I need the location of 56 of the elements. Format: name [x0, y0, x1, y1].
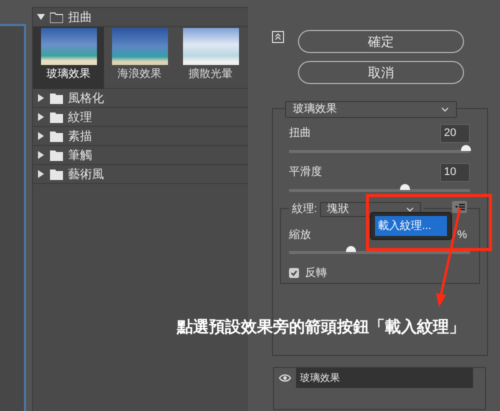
collapse-icon[interactable]: [272, 31, 284, 43]
filter-label: 海浪效果: [118, 66, 162, 82]
category-row[interactable]: 風格化: [33, 89, 248, 108]
expand-arrow-icon[interactable]: [37, 151, 45, 159]
category-label: 風格化: [68, 92, 104, 104]
category-label: 藝術風: [68, 168, 104, 180]
annotation-caption: 點選預設效果旁的箭頭按鈕「載入紋理」: [177, 317, 465, 338]
filter-thumbnail[interactable]: 擴散光暈: [175, 27, 246, 89]
dialog-button[interactable]: 確定: [298, 30, 464, 53]
folder-icon: [50, 150, 63, 160]
chevron-down-icon: [406, 206, 414, 212]
expand-arrow-icon[interactable]: [37, 94, 45, 102]
check-icon: [290, 269, 298, 278]
slider-thumb[interactable]: [346, 246, 356, 252]
collapse-arrow-icon[interactable]: [37, 13, 45, 21]
chevron-down-icon: [441, 107, 449, 112]
checkbox-label: 反轉: [305, 266, 327, 281]
expand-arrow-icon[interactable]: [37, 113, 45, 121]
effect-layer-row[interactable]: 玻璃效果: [296, 368, 473, 388]
folder-icon: [50, 92, 63, 104]
menu-item[interactable]: 載入紋理...: [375, 216, 447, 236]
expand-arrow-icon[interactable]: [37, 132, 45, 140]
filter-thumbnail[interactable]: 海浪效果: [104, 27, 175, 89]
slider-thumb[interactable]: [461, 145, 472, 151]
category-label: 筆觸: [68, 149, 92, 161]
menu-icon[interactable]: [452, 201, 467, 213]
unit-label: %: [457, 228, 467, 243]
filter-label: 玻璃效果: [46, 66, 90, 82]
category-row[interactable]: 藝術風: [33, 165, 248, 184]
slider-label: 扭曲: [289, 126, 311, 141]
expand-arrow-icon[interactable]: [37, 170, 45, 178]
filter-thumbnail[interactable]: 玻璃效果: [33, 27, 104, 89]
folder-icon: [50, 130, 63, 142]
number-field[interactable]: 20: [440, 124, 470, 142]
number-field[interactable]: 10: [440, 162, 470, 182]
filter-label: 擴散光暈: [188, 67, 232, 82]
folder-icon: [50, 112, 63, 122]
category-label: 紋理: [68, 111, 92, 123]
category-row[interactable]: 素描: [33, 127, 248, 146]
slider-thumb[interactable]: [400, 184, 410, 190]
category-row[interactable]: 紋理: [33, 108, 248, 127]
texture-label: 紋理:: [292, 202, 318, 217]
checkbox[interactable]: [289, 268, 299, 278]
photo-placeholder: [182, 28, 238, 65]
category-row[interactable]: 筆觸: [33, 146, 248, 165]
eye-icon[interactable]: [279, 374, 291, 382]
category-label: 扭曲: [68, 11, 92, 23]
slider-label: 平滑度: [289, 164, 322, 180]
category-label: 素描: [68, 130, 92, 142]
slider-label: 縮放: [289, 228, 311, 243]
photo-placeholder: [112, 28, 168, 65]
filter-dropdown[interactable]: 玻璃效果: [285, 101, 457, 118]
dialog-button[interactable]: 取消: [298, 61, 464, 84]
photo-placeholder: [40, 28, 96, 65]
folder-icon: [50, 12, 63, 22]
folder-icon: [50, 168, 63, 180]
